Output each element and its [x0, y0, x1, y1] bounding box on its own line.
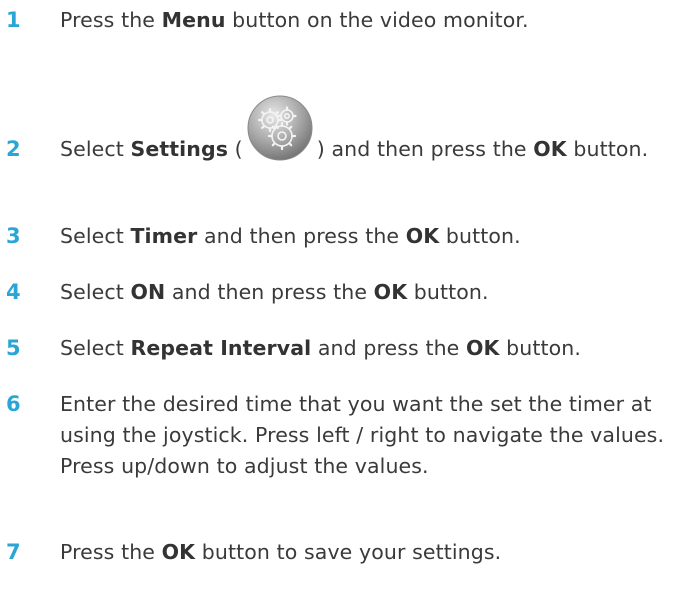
- step-number: 3: [6, 224, 21, 248]
- step-number: 4: [6, 280, 21, 304]
- step-text: Press the OK button to save your setting…: [60, 537, 682, 568]
- step-number: 6: [6, 392, 21, 416]
- step-text-run: Press the: [60, 540, 162, 564]
- step-text-run: Select: [60, 224, 131, 248]
- step-text-run: and then press the: [197, 224, 406, 248]
- step-text: Select Settings ( ) and then press the OK…: [60, 95, 682, 165]
- step-text-run: button.: [439, 224, 521, 248]
- step-text-run: and press the: [311, 336, 467, 360]
- step-text-run: Press the: [60, 8, 162, 32]
- step-text-run: Enter the desired time that you want the…: [60, 392, 665, 478]
- step-text: Select Timer and then press the OK butto…: [60, 221, 682, 252]
- step-text-run: button on the video monitor.: [225, 8, 529, 32]
- step-text-run: Select: [60, 137, 131, 161]
- step-text-run: button.: [407, 280, 489, 304]
- step-emphasis: Repeat Interval: [130, 336, 312, 360]
- step-text-run: Select: [60, 280, 131, 304]
- settings-icon-wrapper: [243, 95, 317, 161]
- step-emphasis: Timer: [130, 224, 198, 248]
- step-emphasis: OK: [466, 336, 500, 360]
- step-text: Press the Menu button on the video monit…: [60, 5, 682, 36]
- step-number: 2: [6, 137, 21, 161]
- step-text-run: button.: [566, 137, 649, 161]
- step-text: Enter the desired time that you want the…: [60, 389, 682, 482]
- step-emphasis: OK: [533, 137, 567, 161]
- step-text-run: (: [228, 137, 243, 161]
- step-text-run: button.: [499, 336, 581, 360]
- step-emphasis: OK: [373, 280, 408, 304]
- step-text: Select ON and then press the OK button.: [60, 277, 682, 308]
- step-emphasis: OK: [405, 224, 440, 248]
- step-text-run: and then press the: [165, 280, 374, 304]
- step-number: 1: [6, 8, 21, 32]
- step-number: 5: [6, 336, 21, 360]
- step-text-run: button to save your settings.: [195, 540, 502, 564]
- step-emphasis: ON: [130, 280, 166, 304]
- step-emphasis: Settings: [130, 137, 229, 161]
- step-text: Select Repeat Interval and press the OK …: [60, 333, 682, 364]
- settings-gear-icon: [247, 95, 313, 161]
- step-emphasis: Menu: [161, 8, 226, 32]
- step-text-run: Select: [60, 336, 131, 360]
- step-text-run: ) and then press the: [316, 137, 534, 161]
- step-number: 7: [6, 540, 21, 564]
- step-emphasis: OK: [161, 540, 196, 564]
